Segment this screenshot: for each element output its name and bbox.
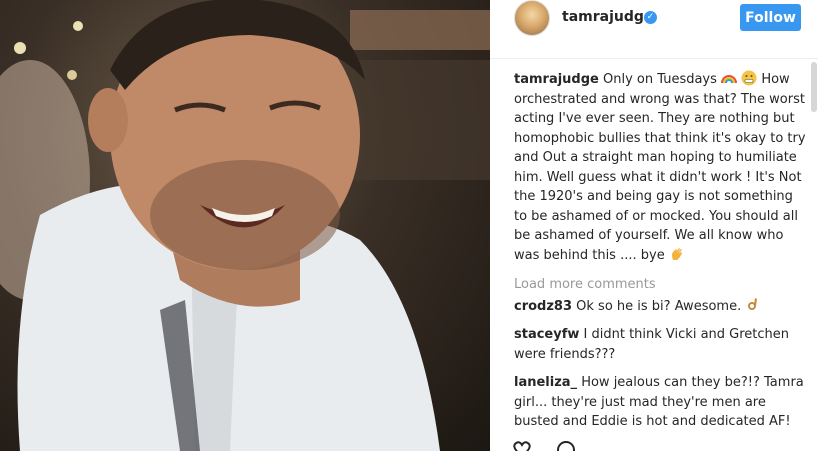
post-side-panel: tamrajudge ✓ Follow tamrajudge Only on T…	[490, 0, 818, 451]
comment-username[interactable]: laneliza_	[514, 375, 577, 390]
caption-text-part2: How orchestrated and wrong was that? The…	[514, 72, 806, 263]
avatar[interactable]	[514, 0, 550, 36]
rainbow-emoji	[721, 75, 738, 84]
caption: tamrajudge Only on Tuesdays How orchestr…	[514, 70, 806, 265]
caption-username[interactable]: tamrajudge	[514, 72, 599, 87]
grimacing-face-emoji	[741, 70, 757, 86]
waving-hand-emoji	[671, 247, 682, 260]
instagram-post-view: tamrajudge ✓ Follow tamrajudge Only on T…	[0, 0, 818, 451]
heart-icon[interactable]	[513, 441, 531, 451]
comment-item: laneliza_ How jealous can they be?!? Tam…	[514, 373, 806, 432]
photo-illustration	[0, 0, 490, 451]
comment-text: Ok so he is bi? Awesome.	[576, 298, 742, 314]
verified-badge-icon: ✓	[644, 11, 657, 24]
load-more-comments-link[interactable]: Load more comments	[514, 275, 806, 295]
action-bar	[513, 441, 575, 451]
comment-username[interactable]: staceyfw	[514, 327, 579, 342]
comment-item: staceyfw I didnt think Vicki and Gretche…	[514, 325, 806, 364]
post-header: tamrajudge ✓ Follow	[490, 0, 818, 59]
caption-text-part1: Only on Tuesdays	[603, 72, 717, 87]
post-photo[interactable]	[0, 0, 490, 451]
comments-section: tamrajudge Only on Tuesdays How orchestr…	[514, 70, 806, 441]
comment-item: crodz83 Ok so he is bi? Awesome.	[514, 297, 806, 317]
comment-username[interactable]: crodz83	[514, 299, 572, 314]
follow-button[interactable]: Follow	[740, 4, 801, 31]
comments-scrollbar[interactable]	[811, 62, 817, 112]
header-username[interactable]: tamrajudge	[562, 9, 653, 25]
ok-hand-emoji	[748, 297, 758, 310]
comment-icon[interactable]	[557, 441, 575, 451]
